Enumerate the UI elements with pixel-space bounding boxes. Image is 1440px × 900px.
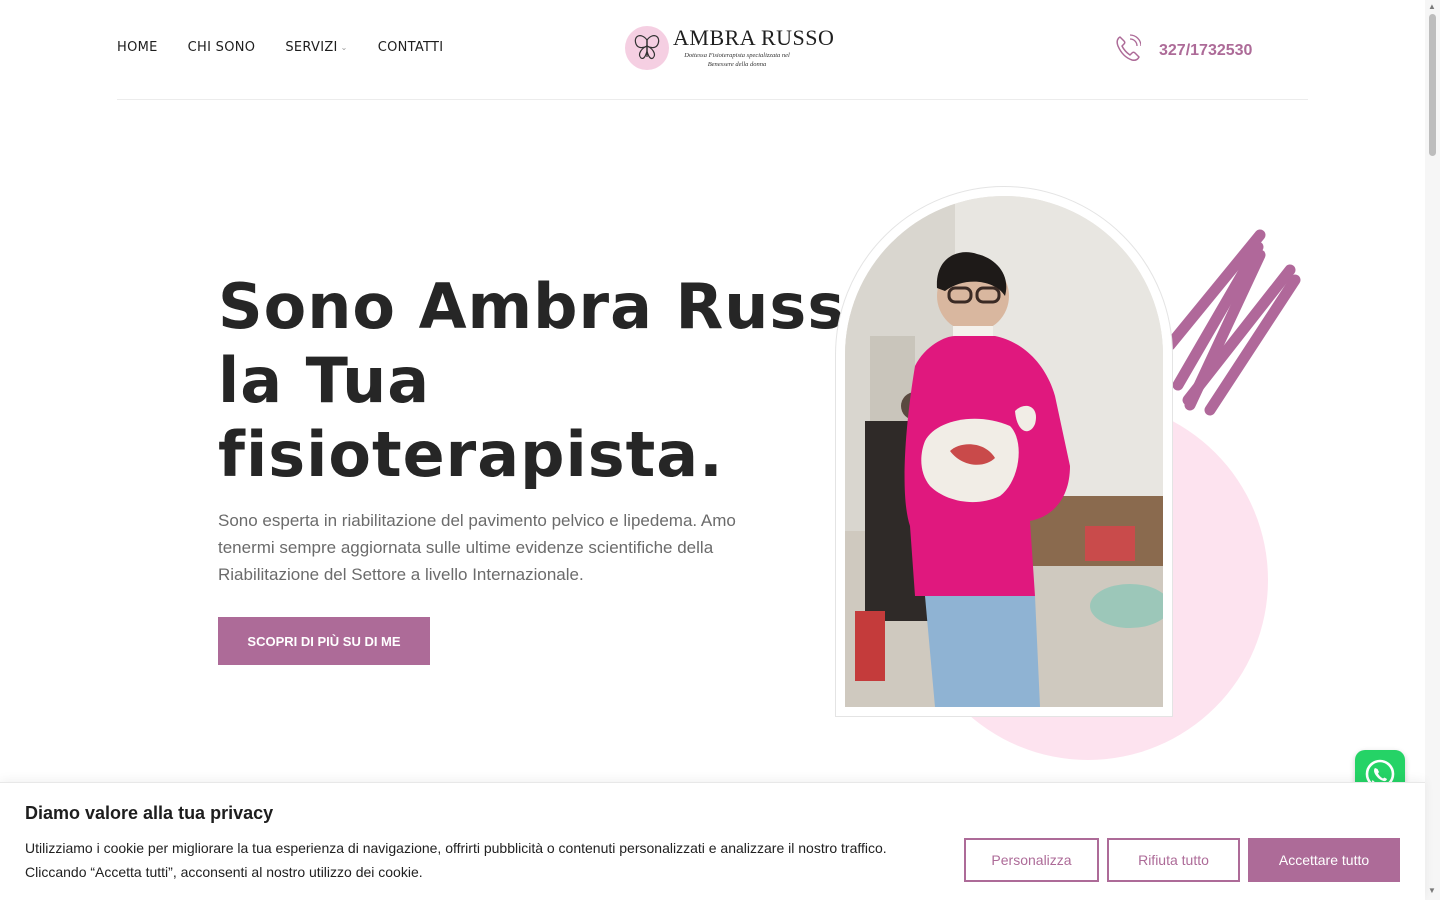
about-me-button[interactable]: SCOPRI DI PIÙ SU DI ME — [218, 617, 430, 665]
phone-number: 327/1732530 — [1159, 41, 1253, 59]
nav-item-home[interactable]: HOME — [117, 40, 158, 55]
accept-all-button[interactable]: Accettare tutto — [1248, 838, 1400, 882]
cookie-text: Utilizziamo i cookie per migliorare la t… — [25, 840, 887, 880]
profile-photo — [845, 196, 1163, 707]
scroll-up-arrow-icon[interactable]: ▲ — [1428, 2, 1436, 11]
scroll-down-arrow-icon[interactable]: ▼ — [1428, 886, 1436, 895]
logo-tagline: Dottessa Fisioterapista specializzata ne… — [684, 52, 790, 68]
nav-item-chi-sono[interactable]: CHI SONO — [188, 40, 256, 55]
phone-icon — [1115, 34, 1142, 67]
scrollbar-thumb[interactable] — [1429, 14, 1436, 156]
customize-button[interactable]: Personalizza — [964, 838, 1099, 882]
nav-item-contatti[interactable]: CONTATTI — [378, 40, 444, 55]
logo-name: AMBRA RUSSO — [673, 25, 835, 51]
nav-item-servizi[interactable]: SERVIZI ⌄ — [285, 40, 347, 55]
site-header: HOME CHI SONO SERVIZI ⌄ CONTATTI AMBRA RU… — [117, 0, 1308, 100]
chevron-down-icon: ⌄ — [340, 43, 348, 52]
main-nav: HOME CHI SONO SERVIZI ⌄ CONTATTI — [117, 40, 443, 55]
butterfly-logo-icon — [625, 26, 669, 70]
hero-title: Sono Ambra Russo, la Tua fisioterapista. — [218, 270, 914, 491]
phone-link[interactable]: 327/1732530 — [1115, 34, 1252, 67]
hero-description: Sono esperta in riabilitazione del pavim… — [218, 511, 736, 584]
cookie-banner: Diamo valore alla tua privacy Utilizziam… — [0, 782, 1425, 900]
decorative-scribble — [1164, 229, 1301, 416]
site-logo[interactable]: AMBRA RUSSO Dottessa Fisioterapista spec… — [625, 26, 834, 70]
cookie-title: Diamo valore alla tua privacy — [25, 803, 274, 823]
page-scrollbar[interactable]: ▲ ▼ — [1425, 0, 1440, 900]
reject-all-button[interactable]: Rifiuta tutto — [1107, 838, 1240, 882]
